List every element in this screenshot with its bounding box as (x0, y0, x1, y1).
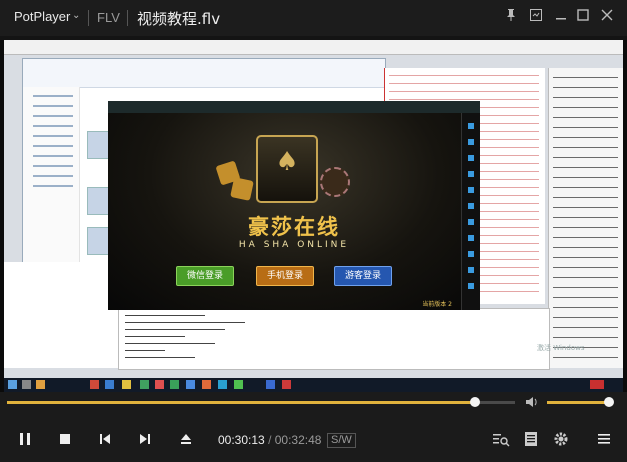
phone-login-button: 手机登录 (256, 266, 314, 286)
poker-chip-icon (320, 167, 350, 197)
wechat-login-button: 微信登录 (176, 266, 234, 286)
video-area[interactable]: 激活 Windows ♠ 豪莎在线 HA SHA ONLINE 微信登录 手机登… (0, 40, 627, 392)
total-time: 00:32:48 (274, 433, 322, 447)
game-version: 当前版本 2 (422, 301, 452, 308)
spade-icon: ♠ (275, 147, 299, 177)
previous-icon[interactable] (92, 426, 118, 452)
current-time: 00:30:13 (218, 433, 265, 447)
control-bar: 00:30:13 / 00:32:48 S/W (0, 416, 627, 462)
time-display[interactable]: 00:30:13 / 00:32:48 (218, 433, 321, 447)
folder-list (4, 262, 119, 368)
playlist-search-icon[interactable] (488, 426, 514, 452)
explorer-ribbon (23, 59, 385, 88)
game-login-window: ♠ 豪莎在线 HA SHA ONLINE 微信登录 手机登录 游客登录 当前版本… (108, 101, 480, 310)
next-icon[interactable] (132, 426, 158, 452)
stop-icon[interactable] (52, 426, 78, 452)
title-bar: PotPlayer ⌄ FLV 视频教程.flv (0, 0, 627, 36)
volume-thumb[interactable] (604, 397, 614, 407)
seek-slider[interactable] (7, 397, 515, 407)
volume-icon[interactable] (525, 395, 541, 411)
seek-thumb[interactable] (469, 397, 480, 407)
decoder-mode-badge[interactable]: S/W (327, 433, 356, 448)
dice-icon (230, 177, 254, 201)
time-separator: / (268, 433, 272, 447)
menu-icon[interactable] (591, 426, 617, 452)
ace-of-spades-card: ♠ (256, 135, 318, 203)
minimize-icon[interactable] (551, 8, 571, 28)
app-menu-chevron-icon[interactable]: ⌄ (72, 10, 80, 21)
game-window-titlebar (108, 101, 480, 113)
close-icon[interactable] (597, 8, 617, 28)
file-name: 视频教程.flv (137, 10, 221, 28)
pin-icon[interactable] (501, 8, 521, 28)
title-divider (88, 10, 89, 26)
eject-icon[interactable] (173, 426, 199, 452)
app-name[interactable]: PotPlayer (14, 9, 70, 24)
volume-level (547, 401, 609, 404)
maximize-icon[interactable] (573, 8, 593, 28)
seek-progress (7, 401, 475, 404)
file-format-label: FLV (97, 10, 120, 25)
game-logo-en: HA SHA ONLINE (238, 240, 350, 250)
guest-login-button: 游客登录 (334, 266, 392, 286)
settings-icon[interactable] (526, 8, 546, 28)
volume-slider[interactable] (547, 397, 614, 407)
game-logo-cn: 豪莎在线 (248, 215, 340, 239)
output-panel (118, 308, 550, 370)
title-divider (127, 10, 128, 26)
settings-gear-icon[interactable] (548, 426, 574, 452)
seek-bar-row (0, 392, 627, 416)
pause-icon[interactable] (12, 426, 38, 452)
desktop-taskbar (4, 378, 623, 392)
info-icon[interactable] (518, 426, 544, 452)
properties-panel (548, 68, 623, 368)
windows-watermark: 激活 Windows (537, 344, 585, 352)
desktop-top-bar (4, 40, 623, 55)
